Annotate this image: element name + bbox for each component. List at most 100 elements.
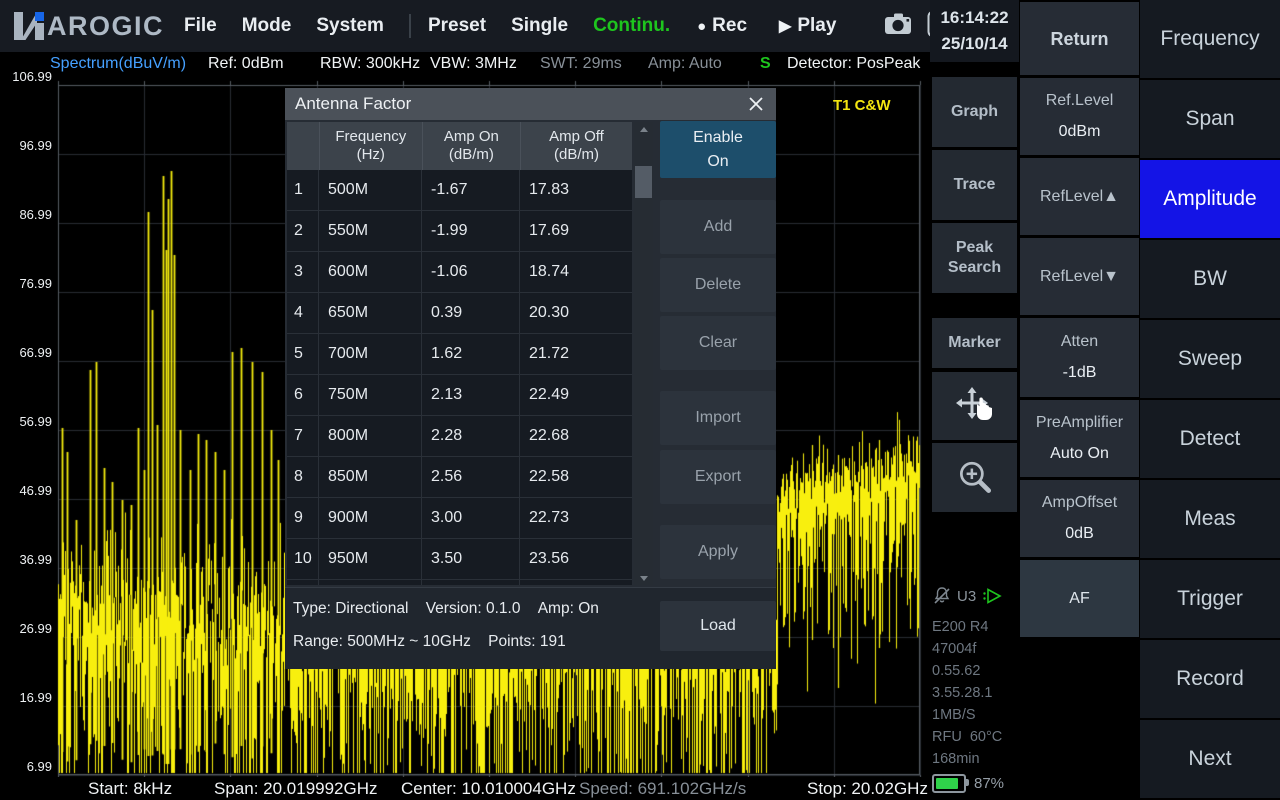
menu-trigger[interactable]: Trigger <box>1140 560 1280 638</box>
y-axis-tick: 106.99 <box>2 69 52 84</box>
cell-frequency[interactable]: 950M <box>319 539 422 579</box>
add-button[interactable]: Add <box>660 200 776 254</box>
table-body[interactable]: 1500M-1.6717.832550M-1.9917.693600M-1.06… <box>287 170 632 585</box>
delete-button[interactable]: Delete <box>660 258 776 312</box>
rec-button[interactable]: ● Rec <box>697 15 747 37</box>
menu-meas[interactable]: Meas <box>1140 480 1280 558</box>
submenu-af[interactable]: AF <box>1020 560 1139 637</box>
table-scrollbar[interactable] <box>634 122 653 585</box>
cell-amp-on[interactable]: -1.06 <box>422 252 520 292</box>
clear-button[interactable]: Clear <box>660 316 776 370</box>
cell-frequency[interactable]: 1G <box>319 580 422 585</box>
submenu-reflevel[interactable]: Ref.Level0dBm <box>1020 78 1139 155</box>
play-button[interactable]: ▶ Play <box>779 15 836 37</box>
table-row[interactable]: 6750M2.1322.49 <box>287 375 632 416</box>
cell-frequency[interactable]: 900M <box>319 498 422 538</box>
cell-amp-off[interactable]: 18.74 <box>520 252 632 292</box>
menu-span[interactable]: Span <box>1140 80 1280 158</box>
load-button[interactable]: Load <box>660 601 776 651</box>
table-row[interactable]: 3600M-1.0618.74 <box>287 252 632 293</box>
col-header-3: Amp Off(dB/m) <box>521 122 632 170</box>
export-button[interactable]: Export <box>660 450 776 504</box>
cell-frequency[interactable]: 850M <box>319 457 422 497</box>
cell-amp-off[interactable]: 20.30 <box>520 293 632 333</box>
menu-sweep[interactable]: Sweep <box>1140 320 1280 398</box>
scrollbar-thumb[interactable] <box>635 166 652 198</box>
cell-amp-on[interactable]: -1.67 <box>422 170 520 210</box>
apply-button[interactable]: Apply <box>660 525 776 579</box>
table-row[interactable]: 8850M2.5622.58 <box>287 457 632 498</box>
nav-button-peak-search[interactable]: Peak Search <box>932 223 1017 293</box>
cell-amp-on[interactable]: 3.50 <box>422 539 520 579</box>
submenu-atten[interactable]: Atten-1dB <box>1020 318 1139 397</box>
cell-frequency[interactable]: 650M <box>319 293 422 333</box>
submenu-ampoffset[interactable]: AmpOffset0dB <box>1020 480 1139 557</box>
enable-toggle-button[interactable]: Enable On <box>660 121 776 178</box>
cell-frequency[interactable]: 800M <box>319 416 422 456</box>
menu-item-mode[interactable]: Mode <box>242 15 292 37</box>
cell-amp-on[interactable]: 2.13 <box>422 375 520 415</box>
menu-amplitude[interactable]: Amplitude <box>1140 160 1280 238</box>
table-row[interactable]: 5700M1.6221.72 <box>287 334 632 375</box>
menu-bw[interactable]: BW <box>1140 240 1280 318</box>
close-button[interactable] <box>744 92 768 116</box>
status-item: Detector: PosPeak <box>787 55 920 73</box>
antenna-factor-table[interactable]: Frequency(Hz)Amp On(dB/m)Amp Off(dB/m) 1… <box>287 122 632 585</box>
cell-amp-off[interactable]: 22.68 <box>520 416 632 456</box>
submenu-reflevel[interactable]: RefLevel▲ <box>1020 158 1139 235</box>
cell-amp-off[interactable]: 21.72 <box>520 334 632 374</box>
table-row[interactable]: 4650M0.3920.30 <box>287 293 632 334</box>
cell-amp-off[interactable]: 22.49 <box>520 375 632 415</box>
table-row[interactable]: 10950M3.5023.56 <box>287 539 632 580</box>
cell-amp-off[interactable]: 24.50 <box>520 580 632 585</box>
table-row[interactable]: 9900M3.0022.73 <box>287 498 632 539</box>
menu-detect[interactable]: Detect <box>1140 400 1280 478</box>
cell-amp-on[interactable]: 0.39 <box>422 293 520 333</box>
menu-item-continu[interactable]: Continu. <box>593 15 670 37</box>
nav-button-trace[interactable]: Trace <box>932 150 1017 220</box>
menu-item-file[interactable]: File <box>184 15 217 37</box>
cell-frequency[interactable]: 700M <box>319 334 422 374</box>
dialog-title: Antenna Factor <box>295 94 411 114</box>
dialog-titlebar[interactable]: Antenna Factor <box>285 88 776 120</box>
cell-frequency[interactable]: 500M <box>319 170 422 210</box>
table-row[interactable]: 2550M-1.9917.69 <box>287 211 632 252</box>
cell-amp-off[interactable]: 22.73 <box>520 498 632 538</box>
submenu-reflevel[interactable]: RefLevel▼ <box>1020 238 1139 315</box>
table-row[interactable]: 7800M2.2822.68 <box>287 416 632 457</box>
cell-amp-on[interactable]: -1.99 <box>422 211 520 251</box>
menu-item-system[interactable]: System <box>316 15 384 37</box>
y-axis-tick: 16.99 <box>2 690 52 705</box>
zoom-button[interactable] <box>932 443 1017 512</box>
freq-axis-label: Speed: 691.102GHz/s <box>579 779 746 799</box>
cell-amp-on[interactable]: 2.28 <box>422 416 520 456</box>
menu-item-single[interactable]: Single <box>511 15 568 37</box>
table-row[interactable]: 1500M-1.6717.83 <box>287 170 632 211</box>
cell-amp-on[interactable]: 1.62 <box>422 334 520 374</box>
antenna-factor-dialog: Antenna Factor Frequency(Hz)Amp On(dB/m)… <box>285 88 776 668</box>
menu-frequency[interactable]: Frequency <box>1140 0 1280 78</box>
cell-frequency[interactable]: 750M <box>319 375 422 415</box>
scroll-up-icon[interactable] <box>634 123 653 135</box>
nav-button-marker[interactable]: Marker <box>932 318 1017 368</box>
scroll-down-icon[interactable] <box>634 572 653 584</box>
cell-frequency[interactable]: 550M <box>319 211 422 251</box>
submenu-preamplifier[interactable]: PreAmplifierAuto On <box>1020 400 1139 477</box>
cell-amp-off[interactable]: 23.56 <box>520 539 632 579</box>
cell-frequency[interactable]: 600M <box>319 252 422 292</box>
pan-button[interactable] <box>932 372 1017 440</box>
cell-amp-off[interactable]: 22.58 <box>520 457 632 497</box>
menu-item-preset[interactable]: Preset <box>428 15 486 37</box>
return-button[interactable]: Return <box>1020 2 1139 75</box>
menu-next[interactable]: Next <box>1140 720 1280 798</box>
cell-amp-on[interactable]: 3.00 <box>422 498 520 538</box>
cell-amp-off[interactable]: 17.69 <box>520 211 632 251</box>
import-button[interactable]: Import <box>660 391 776 445</box>
cell-amp-off[interactable]: 17.83 <box>520 170 632 210</box>
table-row[interactable]: 111G3.9124.50 <box>287 580 632 585</box>
nav-button-graph[interactable]: Graph <box>932 77 1017 147</box>
menu-record[interactable]: Record <box>1140 640 1280 718</box>
cell-amp-on[interactable]: 3.91 <box>422 580 520 585</box>
screenshot-button[interactable] <box>884 12 914 41</box>
cell-amp-on[interactable]: 2.56 <box>422 457 520 497</box>
